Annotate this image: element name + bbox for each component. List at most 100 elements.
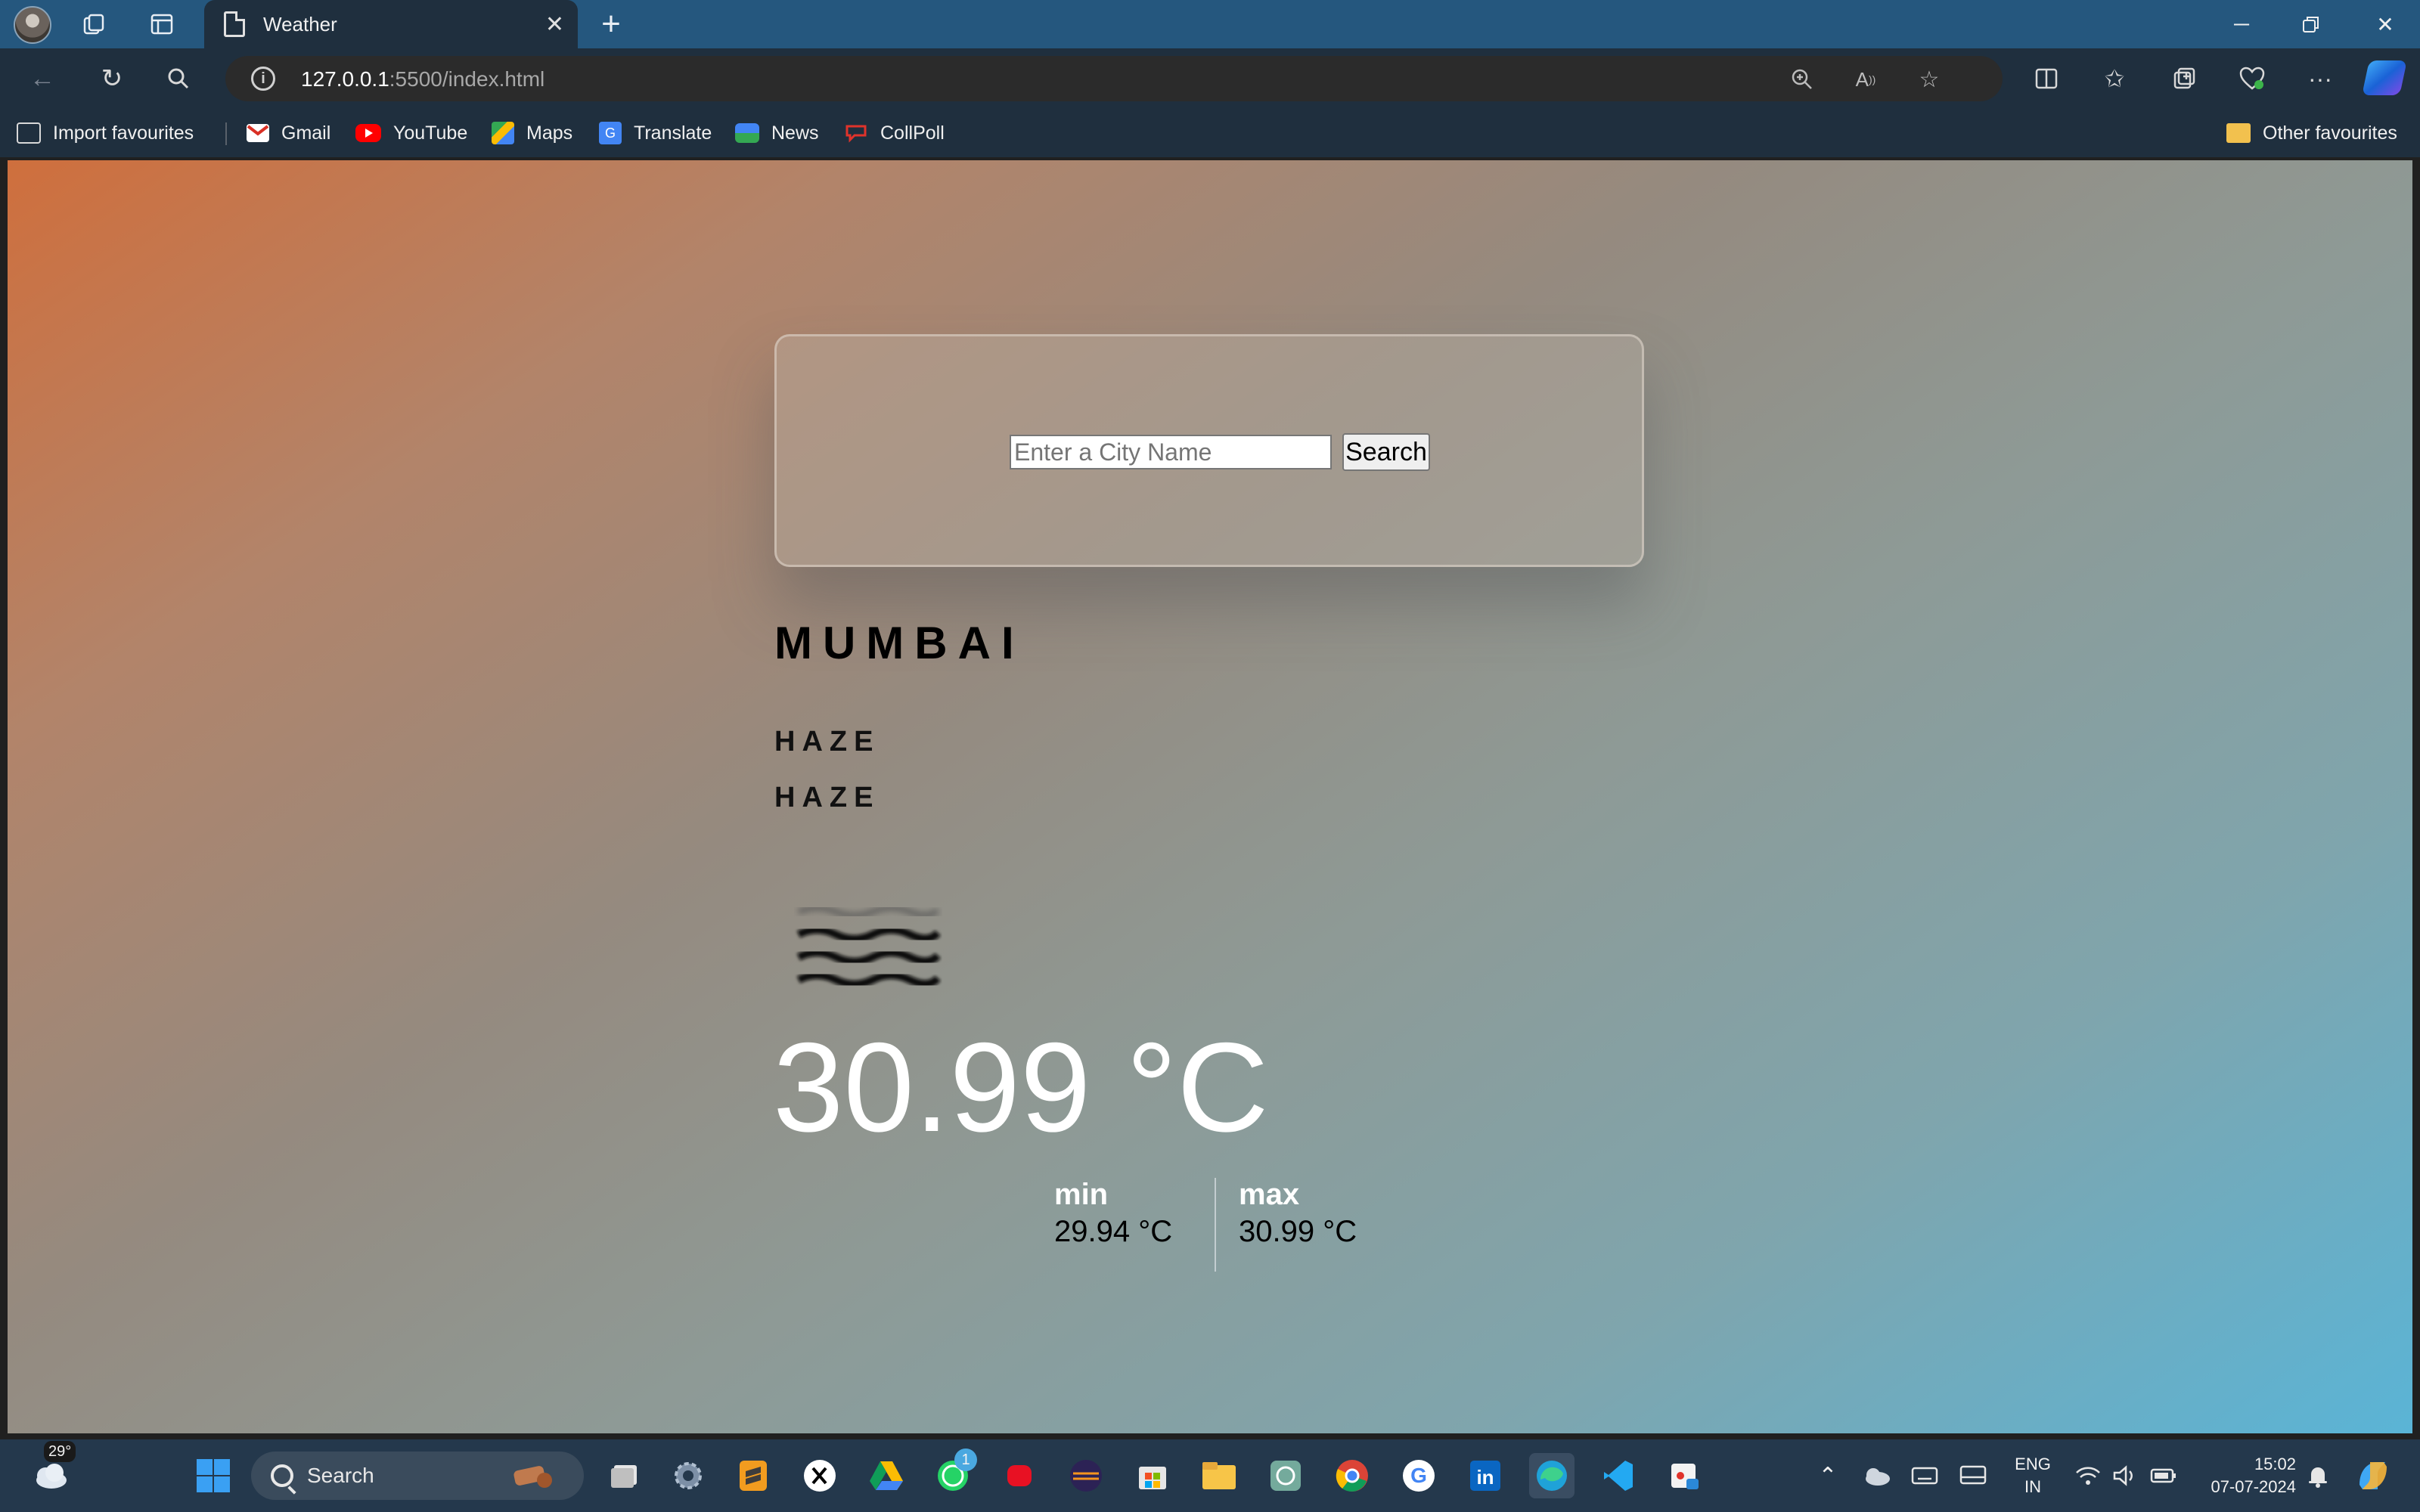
temperature: 30.99 °C — [773, 1016, 1269, 1158]
taskbar-search-label: Search — [307, 1464, 374, 1487]
fav-maps[interactable]: Maps — [492, 119, 572, 147]
new-tab-button[interactable]: + — [591, 5, 631, 44]
max-label: max — [1239, 1178, 1300, 1211]
fav-news[interactable]: News — [735, 119, 819, 147]
file-explorer-icon[interactable] — [1196, 1453, 1242, 1498]
youtube-icon — [355, 124, 381, 142]
sublime-text-icon[interactable] — [731, 1453, 776, 1498]
favourites-icon[interactable]: ✩ — [2095, 59, 2134, 98]
url-host: 127.0.0.1 — [301, 67, 389, 91]
city-search-input[interactable] — [1010, 435, 1332, 469]
lang-line1: ENG — [2015, 1455, 2051, 1473]
search-icon[interactable] — [159, 59, 198, 98]
folder-icon — [2226, 123, 2251, 143]
fav-other-favourites[interactable]: Other favourites — [2226, 119, 2397, 147]
search-icon — [271, 1464, 293, 1487]
fav-label: Gmail — [281, 122, 331, 144]
battery-icon[interactable] — [2145, 1453, 2183, 1498]
profile-avatar[interactable] — [14, 6, 51, 44]
min-max-panel: min 29.94 °C max 30.99 °C — [1054, 1178, 1402, 1272]
google-drive-icon[interactable] — [864, 1453, 909, 1498]
split-screen-icon[interactable] — [2027, 59, 2066, 98]
vscode-icon[interactable] — [1596, 1453, 1641, 1498]
fav-label: News — [771, 122, 819, 144]
close-window-button[interactable]: ✕ — [2350, 0, 2420, 48]
browser-essentials-icon[interactable] — [2232, 59, 2272, 98]
linkedin-icon[interactable]: in — [1463, 1453, 1508, 1498]
min-temp: min 29.94 °C — [1054, 1178, 1172, 1249]
copilot-icon[interactable] — [2362, 60, 2407, 95]
edge-icon[interactable] — [1529, 1453, 1575, 1498]
tab-weather[interactable]: Weather ✕ — [204, 0, 578, 48]
collections-icon[interactable] — [2164, 59, 2204, 98]
microsoft-store-icon[interactable] — [1130, 1453, 1175, 1498]
wifi-icon[interactable] — [2069, 1453, 2107, 1498]
volume-icon[interactable] — [2107, 1453, 2145, 1498]
search-card: Search — [774, 334, 1644, 567]
maps-icon — [492, 122, 514, 144]
svg-text:G: G — [1410, 1464, 1427, 1487]
import-icon — [17, 122, 41, 144]
snipping-tool-icon[interactable] — [1662, 1453, 1708, 1498]
news-icon — [735, 123, 759, 143]
close-tab-icon[interactable]: ✕ — [545, 11, 564, 38]
minimize-button[interactable]: ─ — [2207, 0, 2276, 48]
fav-label: Other favourites — [2263, 122, 2397, 144]
address-bar[interactable]: i 127.0.0.1:5500/index.html A)) ☆ — [225, 56, 2003, 101]
start-icon[interactable] — [191, 1453, 236, 1498]
clock-date: 07-07-2024 — [2211, 1477, 2296, 1496]
fav-label: Import favourites — [53, 122, 194, 144]
task-view-icon[interactable] — [602, 1453, 647, 1498]
read-aloud-icon[interactable]: A)) — [1848, 62, 1883, 97]
google-icon[interactable]: G — [1396, 1453, 1441, 1498]
back-arrow-icon[interactable]: ← — [23, 59, 62, 98]
red-app-icon[interactable] — [997, 1453, 1042, 1498]
chevron-up-icon[interactable]: ⌃ — [1809, 1453, 1847, 1498]
settings-gear-icon[interactable] — [666, 1453, 711, 1498]
min-value: 29.94 °C — [1054, 1215, 1173, 1248]
svg-text:in: in — [1476, 1466, 1494, 1489]
divider — [1215, 1178, 1216, 1272]
favourite-star-icon[interactable]: ☆ — [1912, 62, 1947, 97]
language-indicator[interactable]: ENG IN — [2007, 1453, 2059, 1498]
fav-translate[interactable]: G Translate — [599, 119, 712, 147]
gmail-icon — [247, 124, 269, 142]
max-temp: max 30.99 °C — [1239, 1178, 1357, 1249]
refresh-icon[interactable]: ↻ — [92, 59, 132, 98]
onedrive-icon[interactable] — [1857, 1453, 1895, 1498]
site-info-icon[interactable]: i — [251, 67, 275, 91]
fav-label: CollPoll — [880, 122, 945, 144]
keyboard-icon[interactable] — [1906, 1453, 1944, 1498]
restore-button[interactable] — [2276, 0, 2346, 48]
notification-bell-icon[interactable] — [2299, 1453, 2337, 1498]
zoom-icon[interactable] — [1785, 62, 1820, 97]
search-button[interactable]: Search — [1342, 433, 1430, 471]
tab-actions-icon[interactable] — [142, 5, 182, 44]
more-options-icon[interactable]: ··· — [2301, 59, 2340, 98]
workspaces-icon[interactable] — [74, 5, 113, 44]
fav-label: Translate — [634, 122, 712, 144]
copilot-icon[interactable] — [2349, 1453, 2397, 1498]
fav-import-favourites[interactable]: Import favourites — [17, 119, 194, 147]
fav-label: Maps — [526, 122, 573, 144]
title-bar: Weather ✕ + ─ ✕ — [0, 0, 2420, 48]
city-name: MUMBAI — [774, 618, 1025, 668]
clock[interactable]: 15:02 07-07-2024 — [2192, 1453, 2296, 1498]
fav-youtube[interactable]: YouTube — [355, 119, 467, 147]
search-highlight-icon[interactable] — [511, 1453, 557, 1498]
chatgpt-icon[interactable] — [1263, 1453, 1308, 1498]
fav-label: YouTube — [393, 122, 468, 144]
weather-temp: 29° — [44, 1441, 76, 1462]
url-text[interactable]: 127.0.0.1:5500/index.html — [301, 67, 544, 91]
collpoll-icon — [844, 123, 868, 143]
display-icon[interactable] — [1954, 1453, 1992, 1498]
eclipse-icon[interactable] — [1063, 1453, 1109, 1498]
x-twitter-icon[interactable] — [797, 1453, 842, 1498]
min-label: min — [1054, 1178, 1109, 1211]
chrome-icon[interactable] — [1329, 1453, 1375, 1498]
lang-line2: IN — [2024, 1477, 2041, 1496]
url-path: :5500/index.html — [389, 67, 545, 91]
fav-collpoll[interactable]: CollPoll — [844, 119, 945, 147]
clock-time: 15:02 — [2254, 1455, 2296, 1473]
fav-gmail[interactable]: Gmail — [247, 119, 330, 147]
